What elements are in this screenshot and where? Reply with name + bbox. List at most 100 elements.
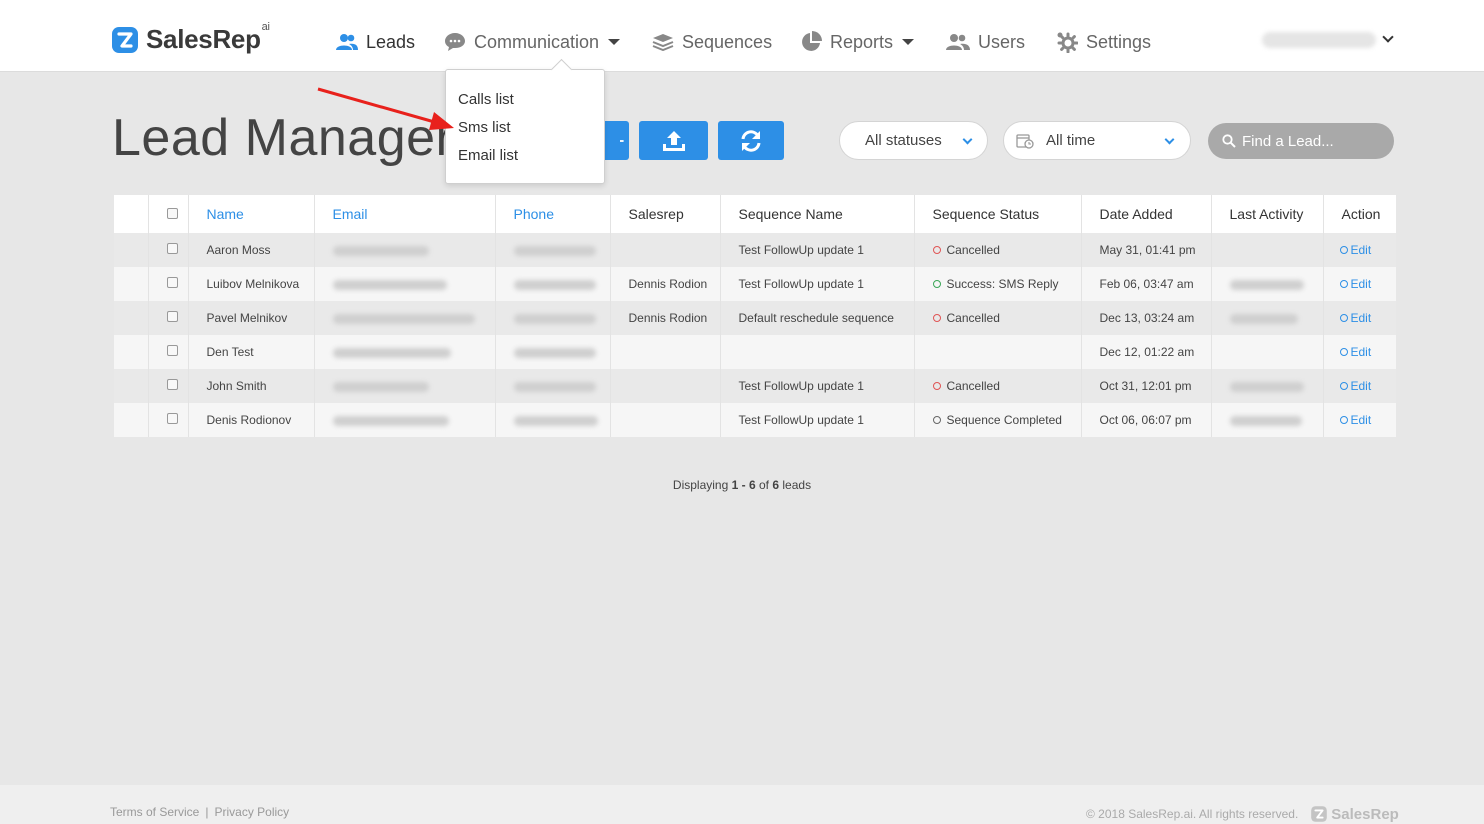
row-checkbox-cell[interactable] bbox=[148, 267, 189, 301]
lead-name: John Smith bbox=[188, 369, 315, 403]
row-checkbox[interactable] bbox=[166, 379, 178, 390]
time-filter-select[interactable]: All time bbox=[1003, 121, 1191, 160]
lead-email-cell bbox=[314, 369, 496, 403]
nav-communication[interactable]: Communication bbox=[444, 30, 621, 54]
lead-phone-cell bbox=[495, 335, 611, 369]
chevron-down-icon bbox=[902, 39, 915, 45]
row-checkbox-cell[interactable] bbox=[148, 403, 189, 437]
row-checkbox-cell[interactable] bbox=[148, 335, 189, 369]
redacted-email bbox=[332, 279, 447, 290]
lead-date-added: Dec 12, 01:22 am bbox=[1081, 335, 1212, 369]
edit-icon bbox=[1339, 279, 1348, 288]
nav-communication-label: Communication bbox=[474, 31, 600, 52]
row-checkbox[interactable] bbox=[166, 311, 178, 322]
redacted-last-activity bbox=[1229, 279, 1304, 290]
pager-suffix: leads bbox=[782, 478, 812, 492]
redacted-last-activity bbox=[1229, 381, 1304, 392]
terms-of-service-link[interactable]: Terms of Service bbox=[110, 805, 199, 819]
row-checkbox[interactable] bbox=[166, 345, 178, 356]
select-all-checkbox[interactable] bbox=[166, 208, 178, 219]
redacted-last-activity bbox=[1229, 415, 1302, 426]
column-header-date-added: Date Added bbox=[1081, 195, 1212, 233]
layers-icon bbox=[652, 34, 674, 51]
column-header-email[interactable]: Email bbox=[314, 195, 496, 233]
edit-label: Edit bbox=[1350, 345, 1372, 359]
edit-lead-link[interactable]: Edit bbox=[1339, 379, 1371, 393]
lead-last-activity-cell bbox=[1211, 301, 1324, 335]
search-field[interactable] bbox=[1208, 123, 1394, 159]
table-row[interactable]: Pavel Melnikov Dennis Rodion Default resch… bbox=[114, 301, 1396, 335]
footer-separator: | bbox=[205, 805, 209, 819]
redacted-last-activity bbox=[1229, 313, 1298, 324]
status-icon bbox=[932, 415, 941, 424]
menu-item-calls-list[interactable]: Calls list bbox=[458, 91, 514, 108]
lead-action-cell: Edit bbox=[1323, 335, 1396, 369]
row-handle bbox=[114, 233, 149, 267]
lead-last-activity-cell bbox=[1211, 267, 1324, 301]
row-handle-header bbox=[114, 195, 149, 233]
row-checkbox-cell[interactable] bbox=[148, 301, 189, 335]
table-row[interactable]: Denis Rodionov Test FollowUp update 1 Sequ… bbox=[114, 403, 1396, 437]
table-body: Aaron Moss Test FollowUp update 1 Cancelle… bbox=[114, 233, 1396, 437]
column-header-phone[interactable]: Phone bbox=[495, 195, 611, 233]
refresh-button[interactable] bbox=[718, 121, 784, 160]
table-row[interactable]: Luibov Melnikova Dennis Rodion Test Follow… bbox=[114, 267, 1396, 301]
lead-sequence-name: Test FollowUp update 1 bbox=[720, 369, 915, 403]
lead-name: Pavel Melnikov bbox=[188, 301, 315, 335]
nav-reports[interactable]: Reports bbox=[800, 30, 915, 54]
select-all-checkbox-cell[interactable] bbox=[148, 195, 189, 233]
lead-sequence-name: Test FollowUp update 1 bbox=[720, 233, 915, 267]
row-checkbox-cell[interactable] bbox=[148, 369, 189, 403]
edit-lead-link[interactable]: Edit bbox=[1339, 413, 1372, 427]
salesrep-logo-icon bbox=[1311, 806, 1328, 822]
row-checkbox-cell[interactable] bbox=[148, 233, 189, 267]
pager-range: 1 - 6 bbox=[731, 478, 756, 492]
table-row[interactable]: Den Test Dec 12, 01:22 am Edit bbox=[114, 335, 1396, 369]
row-checkbox[interactable] bbox=[166, 243, 178, 254]
menu-item-email-list[interactable]: Email list bbox=[458, 147, 518, 164]
upload-icon bbox=[662, 130, 685, 151]
edit-label: Edit bbox=[1350, 413, 1372, 427]
sequence-status-text: Sequence Completed bbox=[946, 413, 1062, 427]
lead-sequence-status bbox=[914, 335, 1082, 369]
lead-name: Den Test bbox=[188, 335, 315, 369]
lead-email-cell bbox=[314, 233, 496, 267]
row-checkbox[interactable] bbox=[166, 277, 178, 288]
row-checkbox[interactable] bbox=[166, 413, 178, 424]
edit-label: Edit bbox=[1350, 243, 1372, 257]
column-header-name[interactable]: Name bbox=[188, 195, 315, 233]
upload-button[interactable] bbox=[639, 121, 708, 160]
table-row[interactable]: John Smith Test FollowUp update 1 Cancelle… bbox=[114, 369, 1396, 403]
status-icon bbox=[932, 245, 941, 254]
lead-salesrep: Dennis Rodion bbox=[610, 301, 721, 335]
edit-lead-link[interactable]: Edit bbox=[1339, 345, 1372, 359]
pager-total: 6 bbox=[772, 478, 780, 492]
nav-users[interactable]: Users bbox=[946, 30, 1025, 54]
lead-salesrep bbox=[610, 233, 721, 267]
user-menu[interactable] bbox=[1262, 31, 1394, 48]
nav-settings[interactable]: Settings bbox=[1056, 30, 1151, 54]
nav-reports-label: Reports bbox=[830, 31, 894, 52]
search-input[interactable] bbox=[1242, 132, 1382, 150]
edit-lead-link[interactable]: Edit bbox=[1339, 311, 1371, 325]
edit-icon bbox=[1339, 381, 1348, 390]
sequence-status-text: Cancelled bbox=[946, 379, 1000, 393]
lead-date-added: May 31, 01:41 pm bbox=[1081, 233, 1212, 267]
nav-leads[interactable]: Leads bbox=[336, 30, 415, 54]
status-icon bbox=[932, 279, 941, 288]
lead-salesrep bbox=[610, 335, 721, 369]
lead-salesrep bbox=[610, 369, 721, 403]
privacy-policy-link[interactable]: Privacy Policy bbox=[214, 805, 289, 819]
salesrep-logo-icon bbox=[112, 26, 138, 53]
lead-date-added: Dec 13, 03:24 am bbox=[1081, 301, 1212, 335]
user-name-redacted bbox=[1262, 32, 1376, 48]
salesrep-logo[interactable]: SalesRepai bbox=[110, 21, 270, 55]
status-filter-select[interactable]: All statuses bbox=[839, 121, 988, 160]
nav-sequences[interactable]: Sequences bbox=[652, 30, 772, 54]
edit-lead-link[interactable]: Edit bbox=[1339, 243, 1372, 257]
lead-sequence-name: Default reschedule sequence bbox=[720, 301, 915, 335]
column-header-last-activity: Last Activity bbox=[1211, 195, 1324, 233]
table-row[interactable]: Aaron Moss Test FollowUp update 1 Cancelle… bbox=[114, 233, 1396, 267]
edit-lead-link[interactable]: Edit bbox=[1339, 277, 1371, 291]
menu-item-sms-list[interactable]: Sms list bbox=[458, 119, 511, 136]
